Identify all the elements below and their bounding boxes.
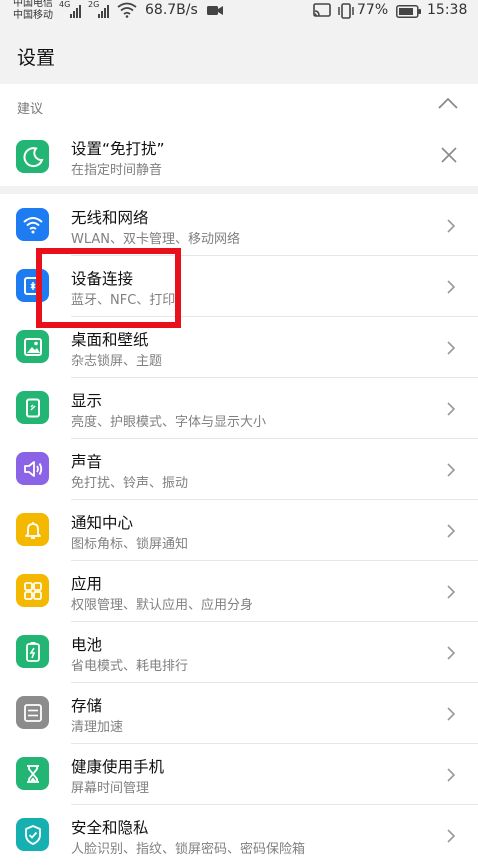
settings-item-storage[interactable]: 存储 清理加速 — [0, 683, 478, 744]
shield-icon — [16, 818, 49, 851]
settings-item-subtitle: 免打扰、铃声、振动 — [71, 476, 189, 491]
settings-item-title: 存储 — [71, 697, 103, 715]
chevron-right-icon — [447, 768, 456, 782]
close-icon[interactable] — [440, 146, 458, 164]
settings-item-battery[interactable]: 电池 省电模式、耗电排行 — [0, 622, 478, 683]
sig1-tag: 4G — [59, 0, 71, 9]
settings-item-title: 声音 — [71, 453, 103, 471]
suggestion-item-dnd[interactable]: 设置“免打扰” 在指定时间静音 — [0, 122, 478, 186]
wallpaper-icon — [16, 330, 49, 363]
chevron-right-icon — [447, 585, 456, 599]
settings-item-subtitle: 清理加速 — [71, 720, 124, 735]
settings-item-title: 桌面和壁纸 — [71, 331, 149, 349]
suggestion-subtitle: 在指定时间静音 — [71, 163, 163, 178]
carrier-top: 中国电信 — [13, 0, 53, 9]
signal-2-icon — [98, 4, 109, 18]
chevron-right-icon — [447, 524, 456, 538]
wifi-status-icon — [117, 2, 137, 18]
settings-item-subtitle: 人脸识别、指纹、锁屏密码、密码保险箱 — [71, 842, 306, 857]
settings-item-title: 显示 — [71, 392, 103, 410]
settings-item-subtitle: 图标角标、锁屏通知 — [71, 537, 189, 552]
video-icon — [207, 6, 223, 15]
bell-icon — [16, 513, 49, 546]
settings-item-subtitle: 杂志锁屏、主题 — [71, 354, 163, 369]
vibrate-icon — [338, 3, 354, 19]
chevron-right-icon — [447, 829, 456, 843]
battery-status-icon — [396, 5, 421, 18]
settings-item-subtitle: 屏幕时间管理 — [71, 781, 150, 796]
sound-icon — [16, 452, 49, 485]
storage-icon — [16, 696, 49, 729]
net-speed: 68.7B/s — [145, 2, 198, 18]
settings-item-title: 电池 — [71, 636, 103, 654]
wifi-icon — [16, 208, 49, 241]
settings-item-title: 健康使用手机 — [71, 758, 165, 776]
status-bar: 中国电信 中国移动 4G 2G 68.7B/s 77% 15:38 — [0, 0, 478, 26]
settings-item-title: 通知中心 — [71, 514, 134, 532]
display-icon — [16, 391, 49, 424]
settings-item-subtitle: 亮度、护眼模式、字体与显示大小 — [71, 415, 267, 430]
settings-item-title: 应用 — [71, 575, 103, 593]
apps-icon — [16, 574, 49, 607]
chevron-right-icon — [447, 280, 456, 294]
suggestion-section-label: 建议 — [17, 102, 44, 117]
settings-item-apps[interactable]: 应用 权限管理、默认应用、应用分身 — [0, 561, 478, 622]
settings-item-notifications[interactable]: 通知中心 图标角标、锁屏通知 — [0, 500, 478, 561]
page-header: 设置 — [0, 26, 478, 84]
chevron-right-icon — [447, 219, 456, 233]
chevron-right-icon — [447, 341, 456, 355]
settings-item-title: 安全和隐私 — [71, 819, 149, 837]
settings-item-title: 无线和网络 — [71, 209, 149, 227]
settings-item-wireless[interactable]: 无线和网络 WLAN、双卡管理、移动网络 — [0, 195, 478, 256]
chevron-right-icon — [447, 646, 456, 660]
settings-item-subtitle: 权限管理、默认应用、应用分身 — [71, 598, 254, 613]
settings-item-subtitle: WLAN、双卡管理、移动网络 — [71, 232, 241, 247]
settings-item-subtitle: 省电模式、耗电排行 — [71, 659, 189, 674]
signal-1-icon — [70, 4, 81, 18]
suggestion-title: 设置“免打扰” — [71, 140, 165, 158]
battery-percent: 77% — [357, 2, 389, 18]
cast-icon — [313, 3, 331, 17]
chevron-up-icon[interactable] — [437, 96, 459, 110]
section-gap — [0, 186, 478, 194]
carrier-labels: 中国电信 中国移动 — [13, 0, 53, 22]
battery-icon — [16, 635, 49, 668]
moon-icon — [16, 140, 49, 173]
chevron-right-icon — [447, 463, 456, 477]
chevron-right-icon — [447, 707, 456, 721]
page-title: 设置 — [17, 47, 56, 69]
chevron-right-icon — [447, 402, 456, 416]
settings-item-sound[interactable]: 声音 免打扰、铃声、振动 — [0, 439, 478, 500]
settings-item-digital-balance[interactable]: 健康使用手机 屏幕时间管理 — [0, 744, 478, 805]
clock: 15:38 — [427, 2, 468, 18]
settings-item-display[interactable]: 显示 亮度、护眼模式、字体与显示大小 — [0, 378, 478, 439]
hourglass-icon — [16, 757, 49, 790]
carrier-bottom: 中国移动 — [13, 10, 53, 21]
highlight-annotation-box — [36, 248, 181, 328]
